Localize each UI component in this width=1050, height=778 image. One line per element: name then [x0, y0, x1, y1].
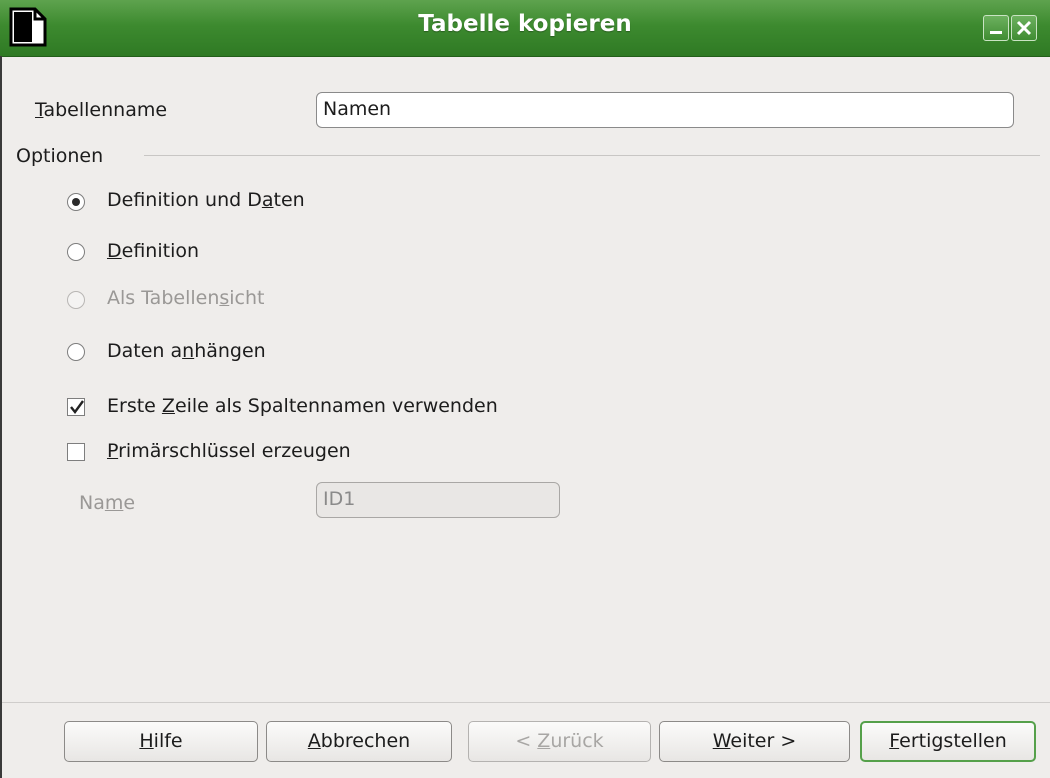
radio-as-table-view-label[interactable]: Als Tabellensicht — [107, 287, 264, 309]
options-separator — [144, 155, 1040, 156]
table-name-input[interactable]: Namen — [316, 92, 1014, 128]
back-button[interactable]: < Zurück — [468, 721, 651, 762]
close-icon — [1016, 20, 1032, 36]
button-row-separator — [2, 702, 1050, 703]
first-row-column-names-label[interactable]: Erste Zeile als Spaltennamen verwenden — [107, 395, 498, 417]
key-name-label: Name — [79, 492, 136, 514]
minimize-button[interactable] — [983, 15, 1009, 41]
cancel-button[interactable]: Abbrechen — [266, 721, 452, 762]
create-primary-key-checkbox[interactable] — [67, 443, 85, 461]
close-button[interactable] — [1011, 15, 1037, 41]
window-border — [0, 56, 2, 778]
radio-definition-and-data[interactable] — [67, 193, 85, 211]
options-group-label: Optionen — [16, 145, 104, 167]
window-title: Tabelle kopieren — [418, 11, 632, 37]
radio-definition[interactable] — [67, 243, 85, 261]
first-row-column-names-checkbox[interactable] — [67, 398, 85, 416]
radio-definition-label[interactable]: Definition — [107, 240, 199, 262]
radio-append-data[interactable] — [67, 343, 85, 361]
table-name-label: Tabellenname — [35, 99, 168, 121]
help-button[interactable]: Hilfe — [64, 721, 258, 762]
finish-button[interactable]: Fertigstellen — [860, 721, 1036, 762]
minimize-icon — [990, 31, 1002, 34]
checkmark-icon — [70, 400, 84, 414]
radio-append-data-label[interactable]: Daten anhängen — [107, 340, 266, 362]
title-bar[interactable]: Tabelle kopieren — [0, 0, 1050, 57]
next-button[interactable]: Weiter > — [659, 721, 850, 762]
key-name-input[interactable]: ID1 — [316, 482, 560, 518]
create-primary-key-label[interactable]: Primärschlüssel erzeugen — [107, 440, 351, 462]
radio-as-table-view[interactable] — [67, 291, 85, 309]
radio-definition-and-data-label[interactable]: Definition und Daten — [107, 189, 305, 211]
